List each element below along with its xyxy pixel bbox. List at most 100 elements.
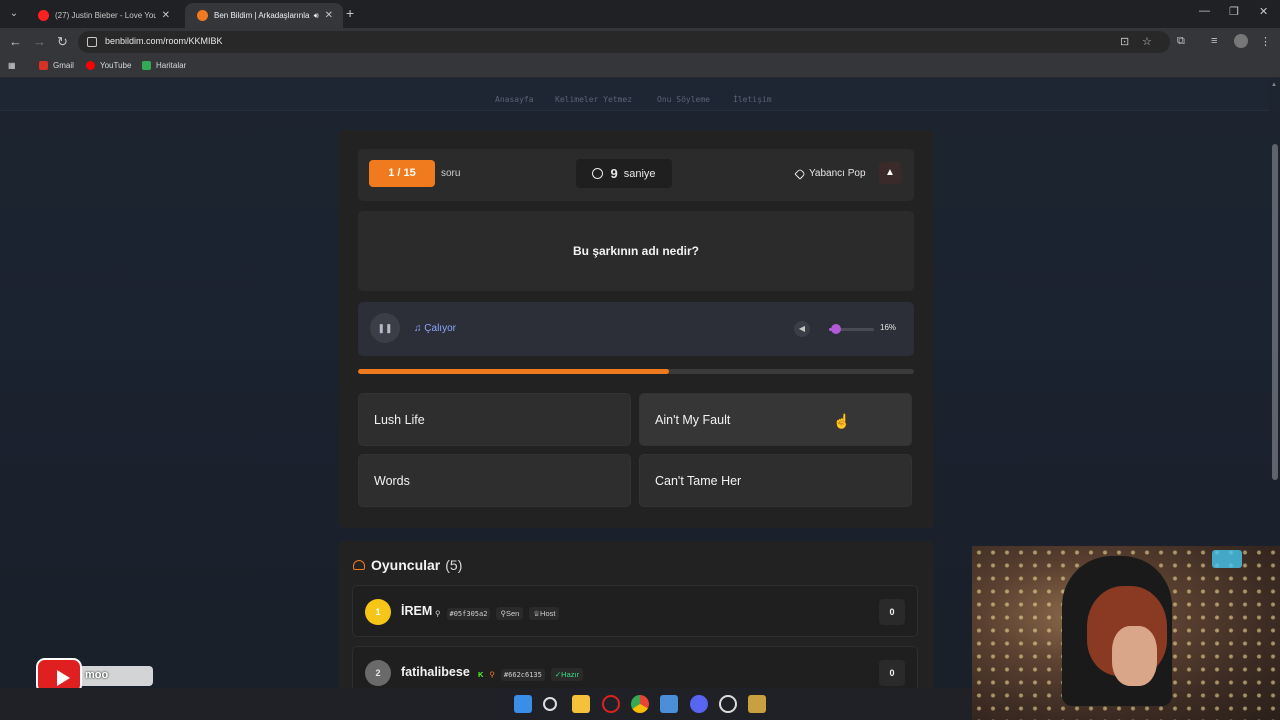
- song-progress-fill: [358, 369, 670, 374]
- tab-search-icon[interactable]: ⌄: [6, 6, 22, 22]
- answer-option-3[interactable]: Words: [358, 454, 631, 507]
- crown-icon: ♕: [533, 609, 541, 618]
- bookmark-label: Gmail: [53, 61, 74, 70]
- neon-sign: [1212, 550, 1242, 568]
- apps-grid-icon[interactable]: ▦: [8, 61, 16, 70]
- users-icon: [353, 560, 365, 570]
- user-icon: ⚲: [435, 609, 441, 618]
- site-navigation: Anasayfa Kelimeler Yetmez Onu Söyleme İl…: [0, 78, 1270, 111]
- nav-link-onu-soyleme[interactable]: Onu Söyleme: [657, 95, 710, 104]
- close-tab-icon[interactable]: ✕: [325, 10, 333, 21]
- pause-button[interactable]: ❚❚: [370, 313, 400, 343]
- profile-avatar[interactable]: [1234, 34, 1248, 48]
- remove-user-icon[interactable]: ⚲: [489, 670, 495, 679]
- maximize-icon[interactable]: ❐: [1229, 5, 1239, 18]
- obs-icon[interactable]: [719, 695, 737, 713]
- opera-icon[interactable]: [602, 695, 620, 713]
- players-panel: Oyuncular (5) 1 İREM ⚲ #05f305a2 ⚲ Sen ♕…: [338, 541, 934, 688]
- bookmark-label: Haritalar: [156, 61, 187, 70]
- minimize-icon[interactable]: —: [1199, 5, 1210, 17]
- tab-youtube[interactable]: (27) Justin Bieber - Love Yourself ✕: [26, 3, 180, 28]
- player-meta: K ⚲ #662c6135 ✓ Hazır: [478, 668, 584, 681]
- youtube-favicon-icon: [38, 10, 49, 21]
- speaker-icon[interactable]: 🔊︎: [314, 11, 319, 21]
- bookmark-label: YouTube: [100, 61, 132, 70]
- question-counter: 1 / 15: [369, 160, 435, 187]
- volume-icon[interactable]: ◀︎: [794, 321, 810, 337]
- answer-option-4[interactable]: Can't Tame Her: [639, 454, 912, 507]
- nav-link-iletisim[interactable]: İletişim: [733, 95, 772, 104]
- bookmark-gmail[interactable]: Gmail: [39, 61, 74, 70]
- hand-cursor-icon: ☝: [833, 413, 851, 429]
- gmail-icon: [39, 61, 48, 70]
- nav-link-home[interactable]: Anasayfa: [495, 95, 534, 104]
- clock-icon: [592, 168, 604, 179]
- scroll-up-icon[interactable]: ▲: [1271, 82, 1277, 88]
- warning-icon: ▲: [885, 167, 895, 178]
- search-icon[interactable]: [543, 697, 557, 711]
- timer-value: 9: [610, 166, 618, 181]
- close-tab-icon[interactable]: ✕: [162, 10, 170, 21]
- install-app-icon[interactable]: ⊡: [1120, 35, 1129, 48]
- player-row: 1 İREM ⚲ #05f305a2 ⚲ Sen ♕ Host 0: [352, 585, 918, 637]
- extensions-icon[interactable]: ⧉: [1177, 35, 1185, 48]
- url-text[interactable]: benbildim.com/room/KKMIBK: [105, 36, 223, 46]
- answer-option-2[interactable]: Ain't My Fault: [639, 393, 912, 446]
- player-score: 0: [879, 599, 905, 625]
- file-explorer-icon[interactable]: [572, 695, 590, 713]
- tab-title: Ben Bildim | Arkadaşlarınla: [214, 11, 310, 20]
- nav-link-kelimeler[interactable]: Kelimeler Yetmez: [555, 95, 632, 104]
- bookmark-star-icon[interactable]: ☆: [1142, 35, 1152, 48]
- rank-badge: 1: [365, 599, 391, 625]
- players-title: Oyuncular: [371, 557, 441, 573]
- bookmark-maps[interactable]: Haritalar: [142, 61, 186, 70]
- discord-icon[interactable]: [690, 695, 708, 713]
- report-button[interactable]: ▲: [879, 162, 901, 184]
- forward-icon[interactable]: →: [33, 34, 46, 50]
- youtube-icon: [86, 61, 95, 70]
- game-launcher-icon[interactable]: [748, 695, 766, 713]
- ready-label: Hazır: [561, 670, 580, 679]
- chrome-icon[interactable]: [631, 695, 649, 713]
- volume-slider-handle[interactable]: [831, 324, 842, 334]
- song-progress-bar: [358, 369, 914, 374]
- app-icon[interactable]: [660, 695, 678, 713]
- question-header: 1 / 15 soru 9 saniye Yabancı Pop ▲: [358, 149, 914, 201]
- you-badge: ⚲ Sen: [496, 607, 524, 620]
- back-icon[interactable]: ←: [9, 34, 22, 50]
- page-scrollbar[interactable]: [1272, 144, 1278, 480]
- window-close-icon[interactable]: ✕: [1259, 5, 1268, 18]
- question-text: Bu şarkının adı nedir?: [572, 244, 700, 258]
- maps-icon: [142, 61, 151, 70]
- reload-icon[interactable]: ↻: [57, 34, 68, 50]
- webcam-feed: [972, 546, 1280, 720]
- person-face: [1112, 626, 1157, 686]
- bookmark-youtube[interactable]: YouTube: [86, 61, 131, 70]
- question-label: soru: [441, 168, 461, 179]
- category-label: Yabancı Pop: [809, 168, 866, 179]
- player-status-label: Çalıyor: [424, 323, 456, 334]
- windows-taskbar: [0, 688, 972, 720]
- browser-tab-bar: ⌄ (27) Justin Bieber - Love Yourself ✕ B…: [0, 0, 1280, 28]
- windows-start-icon[interactable]: [514, 695, 532, 713]
- tab-title: (27) Justin Bieber - Love Yourself: [55, 11, 156, 20]
- kick-icon[interactable]: K: [478, 670, 483, 679]
- audio-player: ❚❚ ♫ Çalıyor ◀︎ 16%: [358, 302, 914, 356]
- answer-option-1[interactable]: Lush Life: [358, 393, 631, 446]
- ready-badge: ✓ Hazır: [550, 668, 584, 681]
- volume-slider[interactable]: [829, 324, 874, 334]
- volume-percent: 16%: [880, 323, 897, 332]
- site-info-icon[interactable]: [87, 37, 97, 47]
- chrome-menu-icon[interactable]: ⋮: [1260, 35, 1271, 48]
- browser-toolbar: ← → ↻ benbildim.com/room/KKMIBK ⊡ ☆ ⧉ ≡ …: [0, 28, 1280, 56]
- you-label: Sen: [505, 609, 520, 618]
- overlay-text: moo: [85, 669, 109, 681]
- player-score: 0: [879, 660, 905, 686]
- pause-icon: ❚❚: [377, 323, 393, 333]
- media-control-icon[interactable]: ≡: [1211, 35, 1217, 47]
- player-name: İREM: [401, 604, 433, 618]
- address-bar[interactable]: benbildim.com/room/KKMIBK: [78, 31, 1170, 53]
- new-tab-button[interactable]: +: [346, 5, 354, 21]
- player-name: fatihalibese: [401, 665, 470, 679]
- tab-benbildim[interactable]: Ben Bildim | Arkadaşlarınla 🔊︎ ✕: [185, 3, 343, 28]
